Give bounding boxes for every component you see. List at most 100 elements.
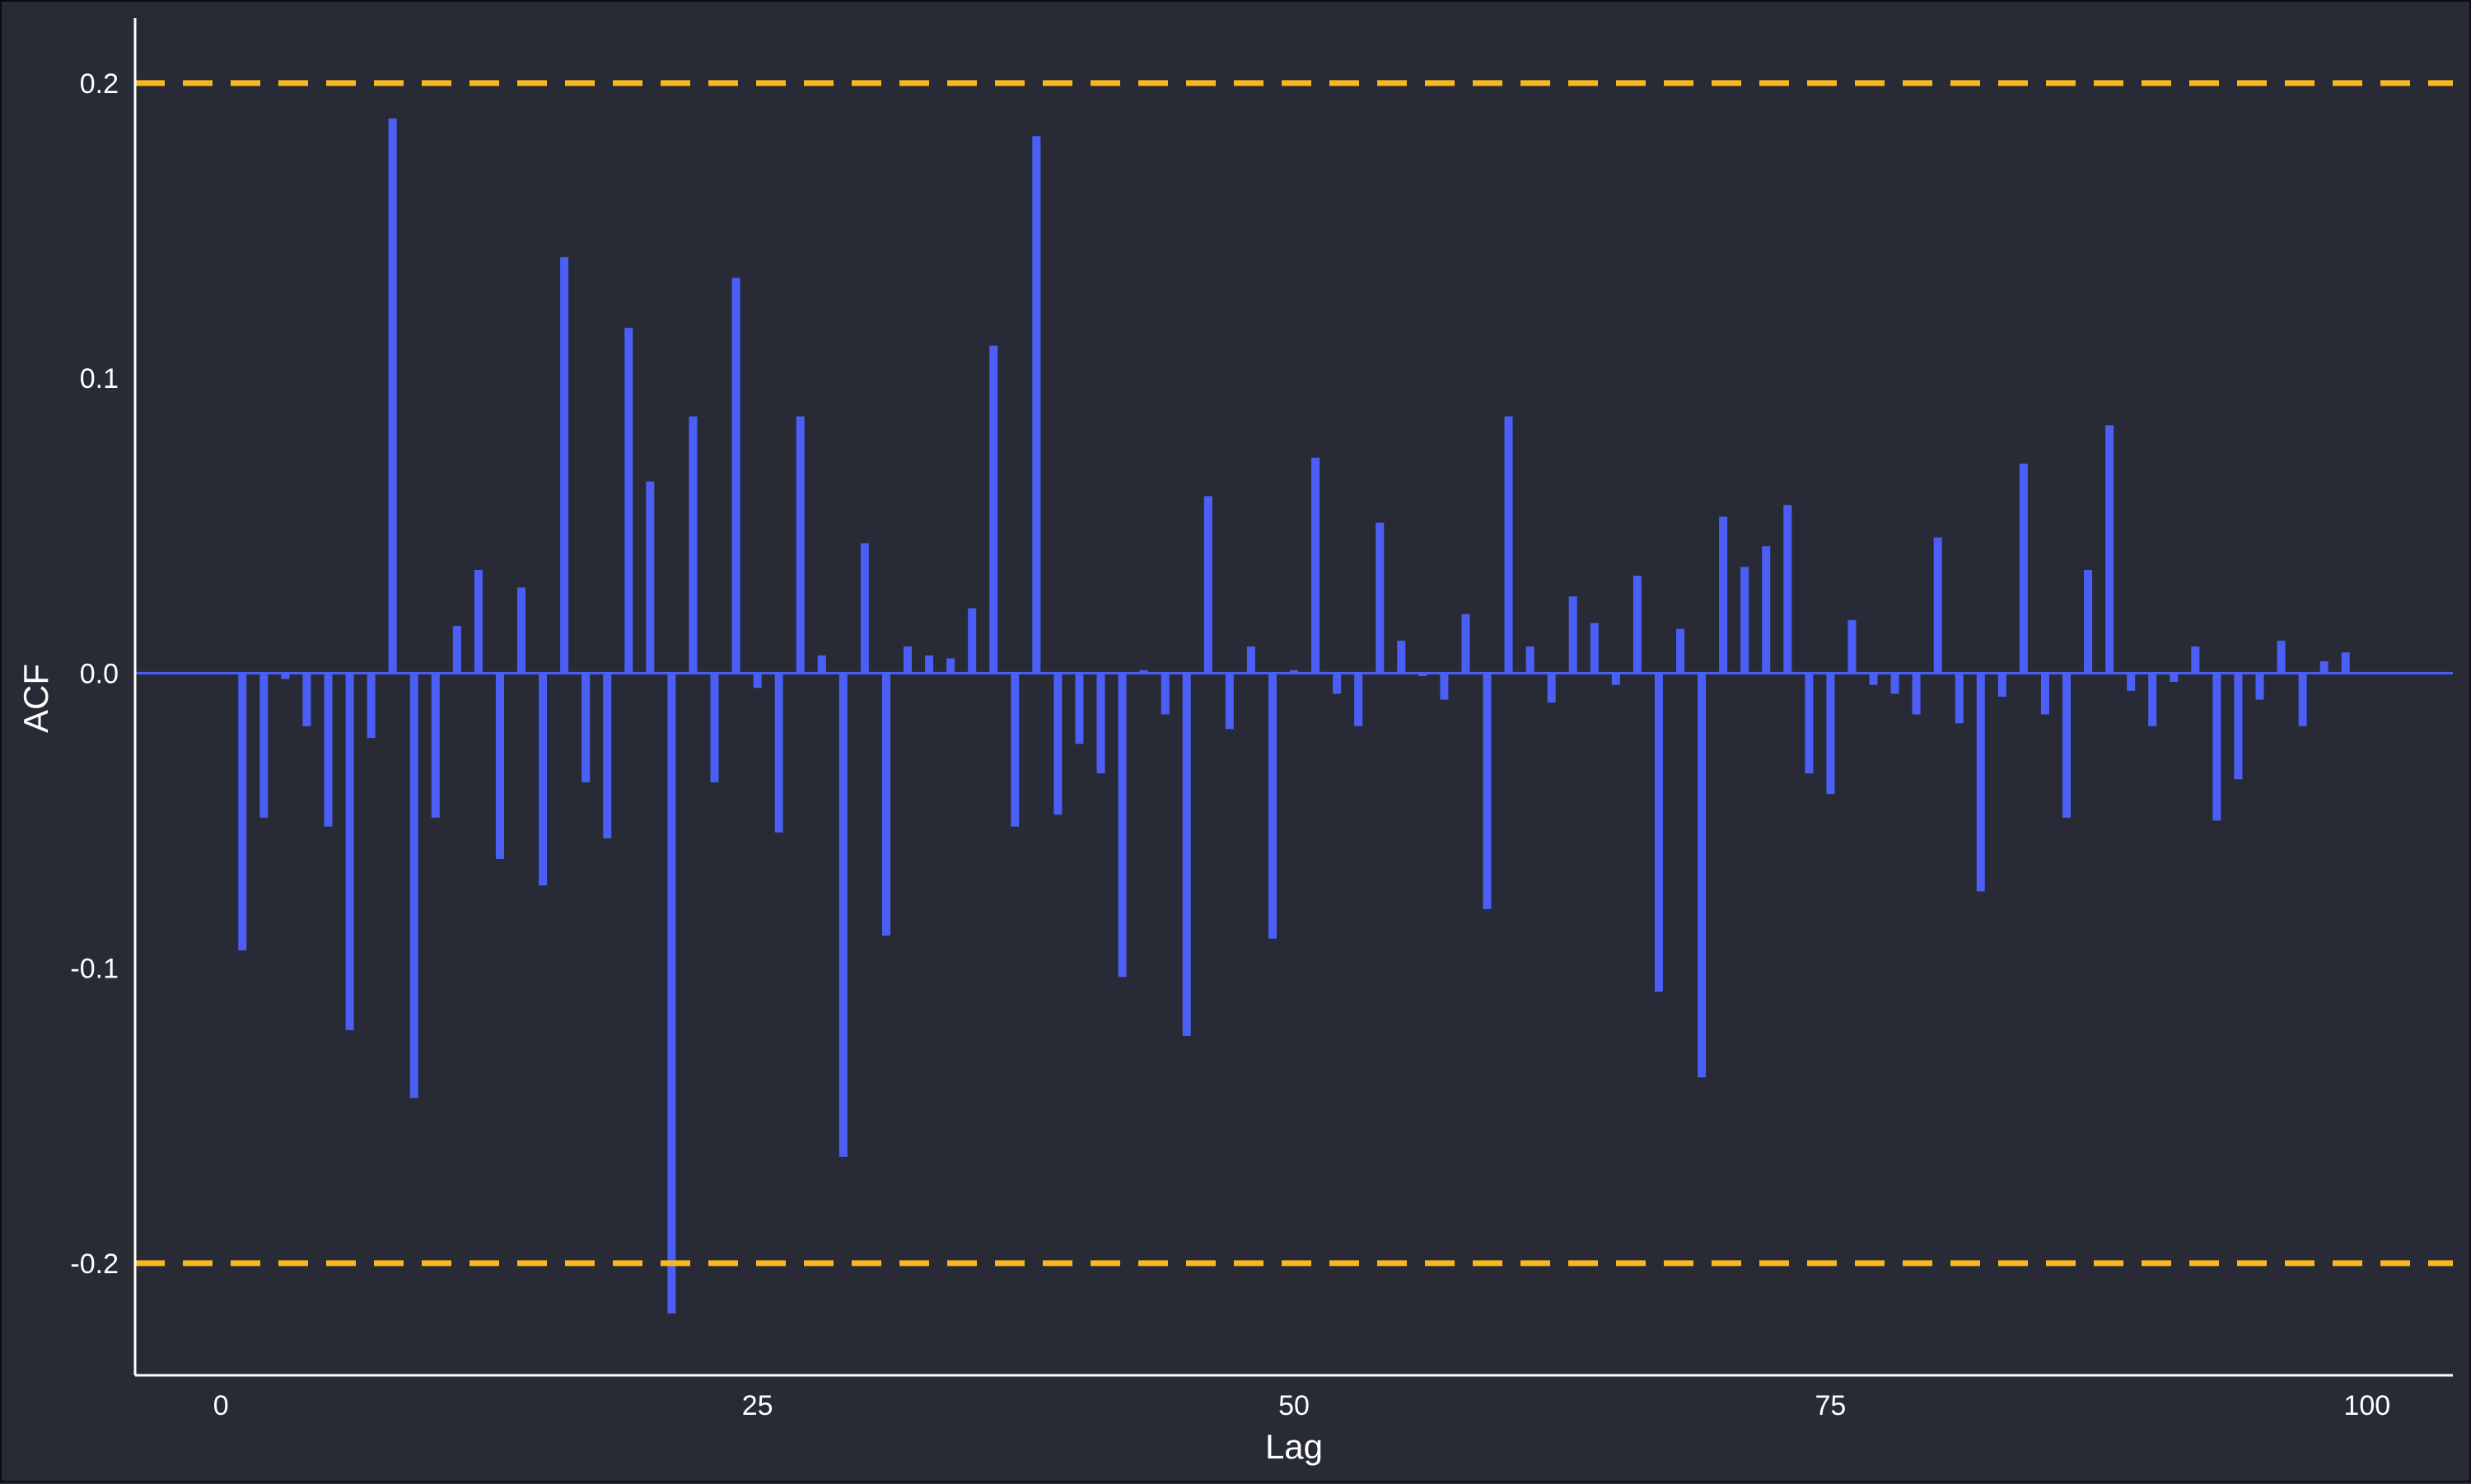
acf-bars [238, 118, 2350, 1314]
x-tick-label: 25 [742, 1390, 773, 1421]
acf-bar-lag-15 [539, 673, 548, 886]
acf-bar-lag-1 [238, 673, 247, 951]
acf-bar-lag-78 [1890, 673, 1899, 694]
acf-bar-lag-13 [495, 673, 504, 860]
acf-bar-lag-31 [881, 673, 890, 936]
acf-bar-lag-19 [624, 328, 633, 674]
acf-bar-lag-75 [1826, 673, 1835, 795]
acf-bar-lag-32 [904, 646, 912, 674]
acf-bar-lag-34 [946, 658, 955, 674]
acf-bar-lag-59 [1483, 673, 1492, 909]
acf-bar-lag-98 [2319, 661, 2329, 674]
acf-bar-lag-62 [1547, 673, 1556, 703]
x-axis-ticks: 0 25 50 75 100 [213, 1390, 2390, 1421]
acf-bar-lag-7 [367, 673, 376, 739]
acf-bar-lag-68 [1676, 628, 1684, 674]
acf-bar-lag-16 [560, 257, 569, 674]
acf-bar-lag-96 [2277, 640, 2286, 674]
acf-bar-lag-38 [1032, 136, 1041, 674]
acf-bar-lag-20 [646, 481, 655, 674]
acf-bar-lag-21 [667, 673, 676, 1314]
acf-bar-lag-24 [731, 278, 740, 674]
acf-bar-lag-60 [1504, 416, 1513, 674]
acf-chart: -0.2 -0.1 0.0 0.1 0.2 0 25 50 75 100 ACF Lag [16, 18, 2453, 1466]
acf-bar-lag-69 [1698, 673, 1707, 1078]
acf-bar-lag-64 [1590, 623, 1599, 674]
acf-bar-lag-54 [1376, 522, 1385, 674]
acf-bar-lag-48 [1246, 646, 1255, 674]
y-tick-label: -0.1 [70, 954, 119, 985]
axes [133, 18, 2453, 1377]
acf-bar-lag-49 [1268, 673, 1277, 939]
acf-bar-lag-45 [1182, 673, 1191, 1036]
acf-bar-lag-28 [817, 655, 826, 674]
acf-bar-lag-85 [2040, 673, 2049, 715]
acf-bar-lag-44 [1161, 673, 1170, 715]
acf-bar-lag-47 [1225, 673, 1234, 730]
acf-bar-lag-91 [2170, 673, 2179, 683]
acf-bar-lag-72 [1762, 546, 1771, 674]
acf-bar-lag-52 [1333, 673, 1342, 694]
acf-bar-lag-46 [1203, 496, 1212, 674]
acf-bar-lag-82 [1976, 673, 1985, 892]
acf-bar-lag-57 [1440, 673, 1449, 700]
acf-bar-lag-41 [1096, 673, 1105, 774]
acf-bar-lag-70 [1719, 516, 1728, 674]
acf-bar-lag-58 [1461, 614, 1470, 674]
acf-bar-lag-23 [710, 673, 719, 782]
x-tick-label: 100 [2343, 1390, 2390, 1421]
y-tick-label: 0.1 [80, 363, 119, 394]
acf-bar-lag-89 [2127, 673, 2136, 691]
acf-bar-lag-74 [1805, 673, 1814, 774]
acf-bar-lag-95 [2255, 673, 2264, 700]
acf-bar-lag-10 [431, 673, 440, 818]
y-tick-label: 0.0 [80, 658, 119, 689]
acf-bar-lag-2 [259, 673, 269, 818]
acf-bar-lag-40 [1075, 673, 1084, 744]
acf-bar-lag-14 [517, 587, 525, 674]
acf-bar-lag-26 [774, 673, 783, 833]
x-tick-label: 50 [1278, 1390, 1310, 1421]
y-tick-label: 0.2 [80, 68, 119, 100]
acf-bar-lag-99 [2341, 652, 2350, 674]
acf-bar-lag-71 [1740, 567, 1749, 674]
acf-bar-lag-8 [388, 118, 397, 674]
acf-bar-lag-77 [1869, 673, 1878, 685]
acf-bar-lag-90 [2148, 673, 2157, 726]
acf-bar-lag-51 [1311, 457, 1320, 674]
acf-bar-lag-37 [1011, 673, 1020, 827]
acf-bar-lag-55 [1397, 640, 1406, 674]
acf-bar-lag-92 [2191, 646, 2200, 674]
acf-bar-lag-33 [925, 655, 934, 674]
acf-bar-lag-73 [1783, 505, 1792, 674]
y-axis-ticks: -0.2 -0.1 0.0 0.1 0.2 [70, 68, 119, 1280]
acf-bar-lag-79 [1912, 673, 1921, 715]
acf-bar-lag-12 [474, 569, 483, 674]
acf-bar-lag-22 [689, 416, 698, 674]
acf-bar-lag-83 [1997, 673, 2006, 697]
acf-bar-lag-17 [582, 673, 591, 782]
acf-bar-lag-80 [1933, 537, 1942, 674]
x-tick-label: 0 [213, 1390, 229, 1421]
acf-bar-lag-66 [1633, 576, 1642, 674]
acf-bar-lag-9 [409, 673, 418, 1099]
acf-bar-lag-42 [1118, 673, 1127, 978]
acf-bar-lag-4 [302, 673, 311, 726]
y-axis-title: ACF [16, 664, 55, 733]
x-axis-title: Lag [1265, 1427, 1323, 1466]
acf-bar-lag-67 [1654, 673, 1663, 992]
acf-bar-lag-29 [838, 673, 848, 1157]
acf-bar-lag-87 [2084, 569, 2093, 674]
acf-bar-lag-84 [2019, 463, 2028, 674]
y-tick-label: -0.2 [70, 1248, 119, 1280]
acf-bar-lag-94 [2234, 673, 2243, 780]
chart-background: -0.2 -0.1 0.0 0.1 0.2 0 25 50 75 100 ACF Lag [0, 0, 2471, 1482]
acf-bar-lag-27 [796, 416, 805, 674]
acf-bar-lag-97 [2298, 673, 2307, 726]
acf-bar-lag-88 [2105, 425, 2114, 674]
acf-bar-lag-61 [1525, 646, 1534, 674]
acf-bar-lag-63 [1568, 596, 1577, 674]
acf-bar-lag-65 [1611, 673, 1620, 685]
acf-bar-lag-35 [968, 608, 977, 674]
acf-bar-lag-18 [603, 673, 612, 838]
